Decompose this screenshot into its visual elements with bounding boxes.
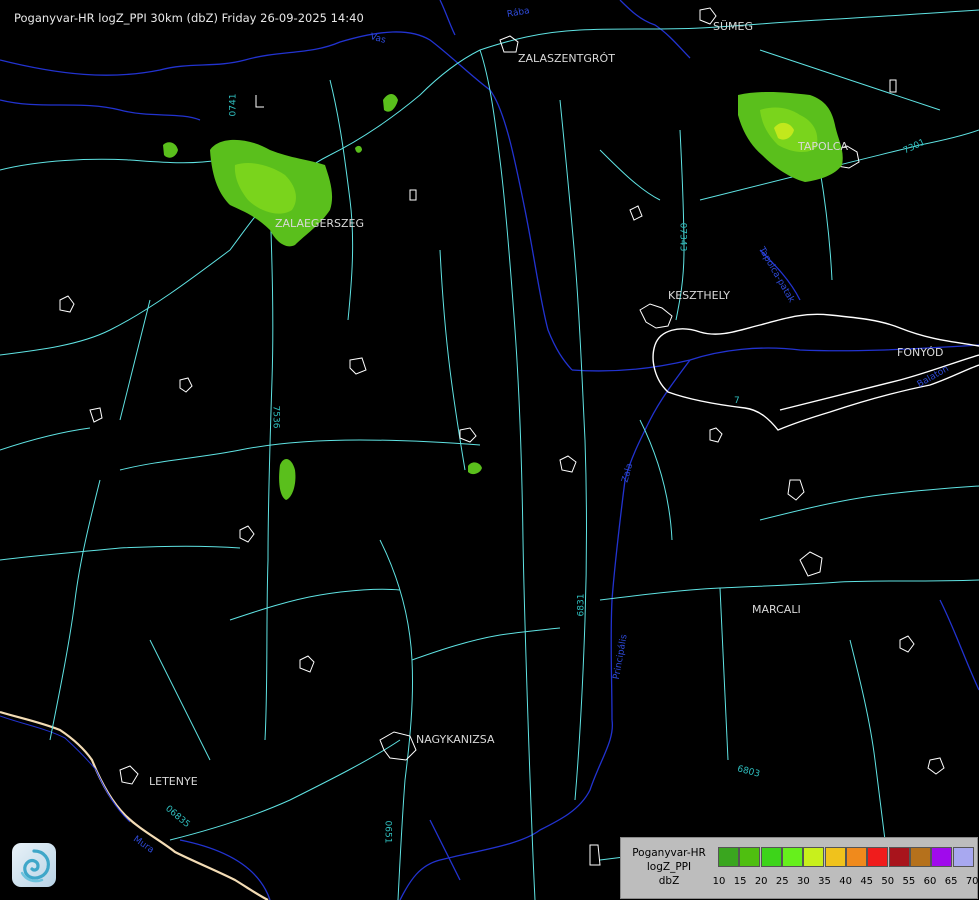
legend-color-cell bbox=[888, 847, 910, 867]
legend-title-line2: logZ_PPI bbox=[646, 861, 692, 873]
legend-color-cell bbox=[739, 847, 761, 867]
legend-color-cell bbox=[718, 847, 739, 867]
legend-title-line1: Poganyvar-HR bbox=[632, 847, 706, 859]
legend-tick-labels: 10 15 20 25 30 35 40 45 50 55 60 65 70 bbox=[709, 876, 979, 890]
legend-tick-label: 10 bbox=[712, 876, 726, 887]
road-label-07343: 07343 bbox=[677, 222, 688, 252]
reflectivity-legend: Poganyvar-HR logZ_PPI dbZ 10 15 20 25 30 35 40… bbox=[620, 837, 979, 899]
legend-color-cell bbox=[781, 847, 803, 867]
legend-color-cell bbox=[803, 847, 825, 867]
legend-color-bar bbox=[718, 847, 974, 867]
legend-tick-label: 30 bbox=[797, 876, 810, 887]
place-label-nagykanizsa: NAGYKANIZSA bbox=[416, 733, 495, 746]
place-label-zalaszentgrot: ZALASZENTGRÓT bbox=[518, 52, 615, 65]
place-label-keszthely: KESZTHELY bbox=[668, 289, 731, 302]
legend-tick-label: 70 bbox=[965, 876, 979, 887]
legend-tick-label: 35 bbox=[818, 876, 831, 887]
place-label-zalaegerszeg: ZALAEGERSZEG bbox=[275, 217, 365, 230]
road-label-6831: 6831 bbox=[576, 593, 587, 617]
place-label-marcali: MARCALI bbox=[752, 603, 801, 616]
legend-color-cell bbox=[845, 847, 867, 867]
place-label-sumeg: SÜMEG bbox=[713, 20, 753, 33]
legend-tick-label: 25 bbox=[775, 876, 789, 887]
radar-product-title: Poganyvar-HR logZ_PPI 30km (dbZ) Friday … bbox=[14, 11, 364, 25]
swirl-icon bbox=[20, 849, 50, 883]
legend-color-cell bbox=[909, 847, 931, 867]
legend-color-cell bbox=[931, 847, 953, 867]
legend-title: Poganyvar-HR logZ_PPI dbZ bbox=[625, 846, 713, 888]
legend-color-cell bbox=[824, 847, 846, 867]
legend-tick-label: 15 bbox=[733, 876, 747, 887]
legend-tick-label: 55 bbox=[902, 876, 916, 887]
legend-tick-label: 60 bbox=[923, 876, 937, 887]
legend-tick-label: 20 bbox=[754, 876, 768, 887]
legend-tick-label: 40 bbox=[839, 876, 852, 887]
legend-color-cell bbox=[867, 847, 889, 867]
legend-tick-label: 45 bbox=[860, 876, 874, 887]
legend-tick-label: 65 bbox=[944, 876, 958, 887]
place-label-fonyod: FONYÓD bbox=[897, 346, 944, 359]
road-label-0651: 0651 bbox=[382, 820, 393, 844]
road-label-0741: 0741 bbox=[228, 93, 239, 117]
road-label-7536: 7536 bbox=[270, 405, 281, 429]
legend-title-line3: dbZ bbox=[658, 875, 680, 887]
weather-service-logo[interactable] bbox=[12, 843, 56, 887]
place-label-tapolca: TAPOLCA bbox=[798, 140, 849, 153]
legend-color-cell bbox=[952, 847, 974, 867]
legend-color-cell bbox=[760, 847, 782, 867]
legend-tick-label: 50 bbox=[881, 876, 895, 887]
radar-map[interactable] bbox=[0, 0, 979, 900]
road-label-7: 7 bbox=[734, 396, 740, 406]
place-label-letenye: LETENYE bbox=[149, 775, 198, 788]
